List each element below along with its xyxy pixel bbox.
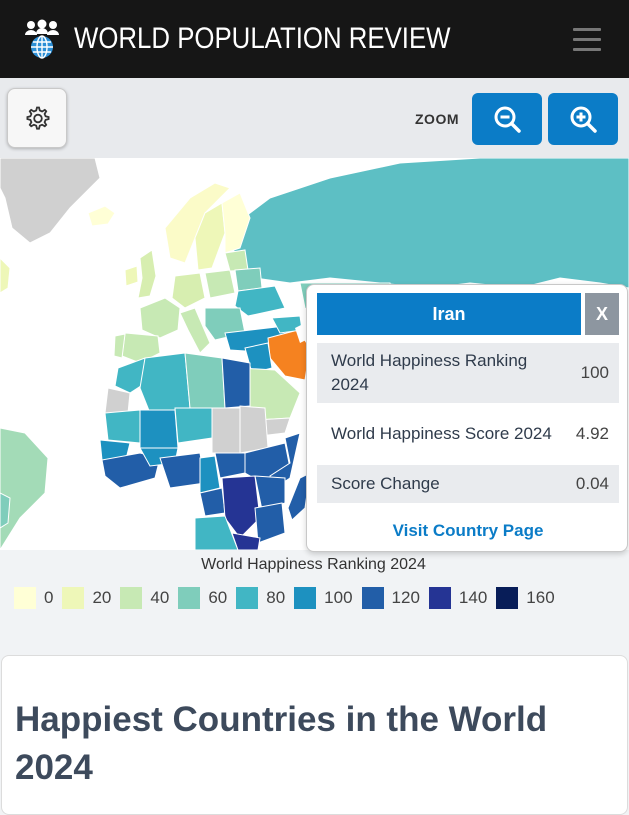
country-belarus[interactable] [234, 267, 263, 292]
popup-row-label: World Happiness Score 2024 [331, 424, 552, 443]
legend-title-text: World Happiness Ranking 2024 [201, 556, 426, 573]
map-legend: 0 20 40 60 80 100 120 140 160 [14, 587, 564, 609]
map-settings-button[interactable] [7, 88, 67, 148]
legend-swatch [236, 587, 259, 609]
legend-swatch [496, 587, 519, 609]
map-toolbar: ZOOM [0, 78, 629, 158]
legend-label: 0 [44, 588, 54, 607]
country-gabon-congo[interactable] [199, 487, 226, 517]
popup-country-name: Iran [317, 293, 581, 335]
country-iceland[interactable] [87, 205, 116, 227]
legend-item: 60 [178, 587, 227, 609]
legend-item: 20 [62, 587, 111, 609]
brand-logo-link[interactable]: WORLD POPULATION REVIEW [22, 19, 512, 59]
country-algeria[interactable] [139, 352, 191, 414]
country-sudan[interactable] [239, 405, 269, 454]
legend-item: 0 [14, 587, 53, 609]
legend-item: 100 [294, 587, 353, 609]
country-info-popup: Iran X World Happiness Ranking 2024 100 … [306, 284, 628, 552]
popup-row-value: 0.04 [575, 474, 609, 493]
legend-title: World Happiness Ranking 2024 [0, 556, 628, 574]
legend-item: 140 [428, 587, 488, 609]
country-western-sahara[interactable] [104, 387, 131, 414]
popup-row-value: 100 [580, 363, 609, 382]
legend-item: 40 [120, 587, 169, 609]
country-tanzania[interactable] [254, 502, 286, 544]
legend-label: 20 [92, 588, 112, 607]
zoom-out-button[interactable] [472, 93, 542, 145]
country-germany[interactable] [171, 272, 206, 309]
popup-row-label: World Happiness Ranking 2024 [331, 351, 528, 394]
legend-swatch [178, 587, 201, 609]
hamburger-icon[interactable] [573, 28, 601, 58]
legend-item: 160 [496, 587, 555, 609]
popup-row-ranking: World Happiness Ranking 2024 100 [317, 343, 619, 403]
popup-row-score: World Happiness Score 2024 4.92 [317, 404, 619, 464]
country-ireland[interactable] [124, 265, 139, 287]
legend-label: 60 [208, 588, 228, 607]
legend-swatch [14, 587, 36, 609]
legend-label: 80 [266, 588, 286, 607]
country-chad[interactable] [211, 407, 241, 454]
country-mauritania[interactable] [104, 409, 141, 444]
popup-row-score-change: Score Change 0.04 [317, 465, 619, 503]
people-globe-icon [25, 19, 59, 59]
legend-label: 100 [324, 588, 353, 607]
legend-swatch [62, 587, 85, 609]
popup-row-value: 4.92 [575, 424, 609, 443]
country-north-america-edge[interactable] [0, 257, 11, 294]
legend-item: 80 [236, 587, 285, 609]
country-egypt[interactable] [221, 357, 251, 409]
legend-item: 120 [361, 587, 420, 609]
legend-swatch [120, 587, 143, 609]
legend-label: 140 [458, 588, 488, 607]
legend-label: 40 [150, 588, 170, 607]
country-brazil-edge[interactable] [0, 427, 49, 550]
zoom-in-button[interactable] [548, 93, 618, 145]
visit-country-page-link[interactable]: Visit Country Page [307, 521, 629, 541]
country-mali[interactable] [139, 409, 179, 449]
country-baltics[interactable] [224, 249, 249, 272]
legend-swatch [428, 587, 451, 609]
legend-swatch [294, 587, 317, 609]
country-france[interactable] [139, 297, 181, 339]
country-brazil-neighbor[interactable] [0, 492, 11, 529]
country-libya[interactable] [184, 352, 226, 409]
zoom-out-icon [494, 106, 521, 133]
legend-label: 160 [526, 588, 555, 607]
country-uk[interactable] [137, 249, 157, 299]
brand-title: WORLD POPULATION REVIEW [74, 22, 451, 55]
country-greenland[interactable] [0, 158, 101, 244]
legend-swatch [361, 587, 384, 609]
country-poland[interactable] [204, 269, 236, 299]
country-ukraine[interactable] [234, 285, 286, 317]
popup-close-button[interactable]: X [585, 293, 619, 335]
country-car[interactable] [214, 452, 246, 479]
country-nigeria[interactable] [159, 452, 206, 489]
country-niger[interactable] [174, 407, 216, 444]
legend-label: 120 [391, 588, 420, 607]
popup-row-label: Score Change [331, 474, 440, 493]
top-navigation-bar: WORLD POPULATION REVIEW [0, 0, 629, 78]
article-card: Happiest Countries in the World 2024 [1, 655, 628, 815]
zoom-in-icon [570, 106, 597, 133]
gear-icon [26, 106, 50, 130]
zoom-label: ZOOM [415, 111, 459, 127]
page-title: Happiest Countries in the World 2024 [15, 700, 548, 787]
country-russia[interactable] [229, 158, 629, 289]
